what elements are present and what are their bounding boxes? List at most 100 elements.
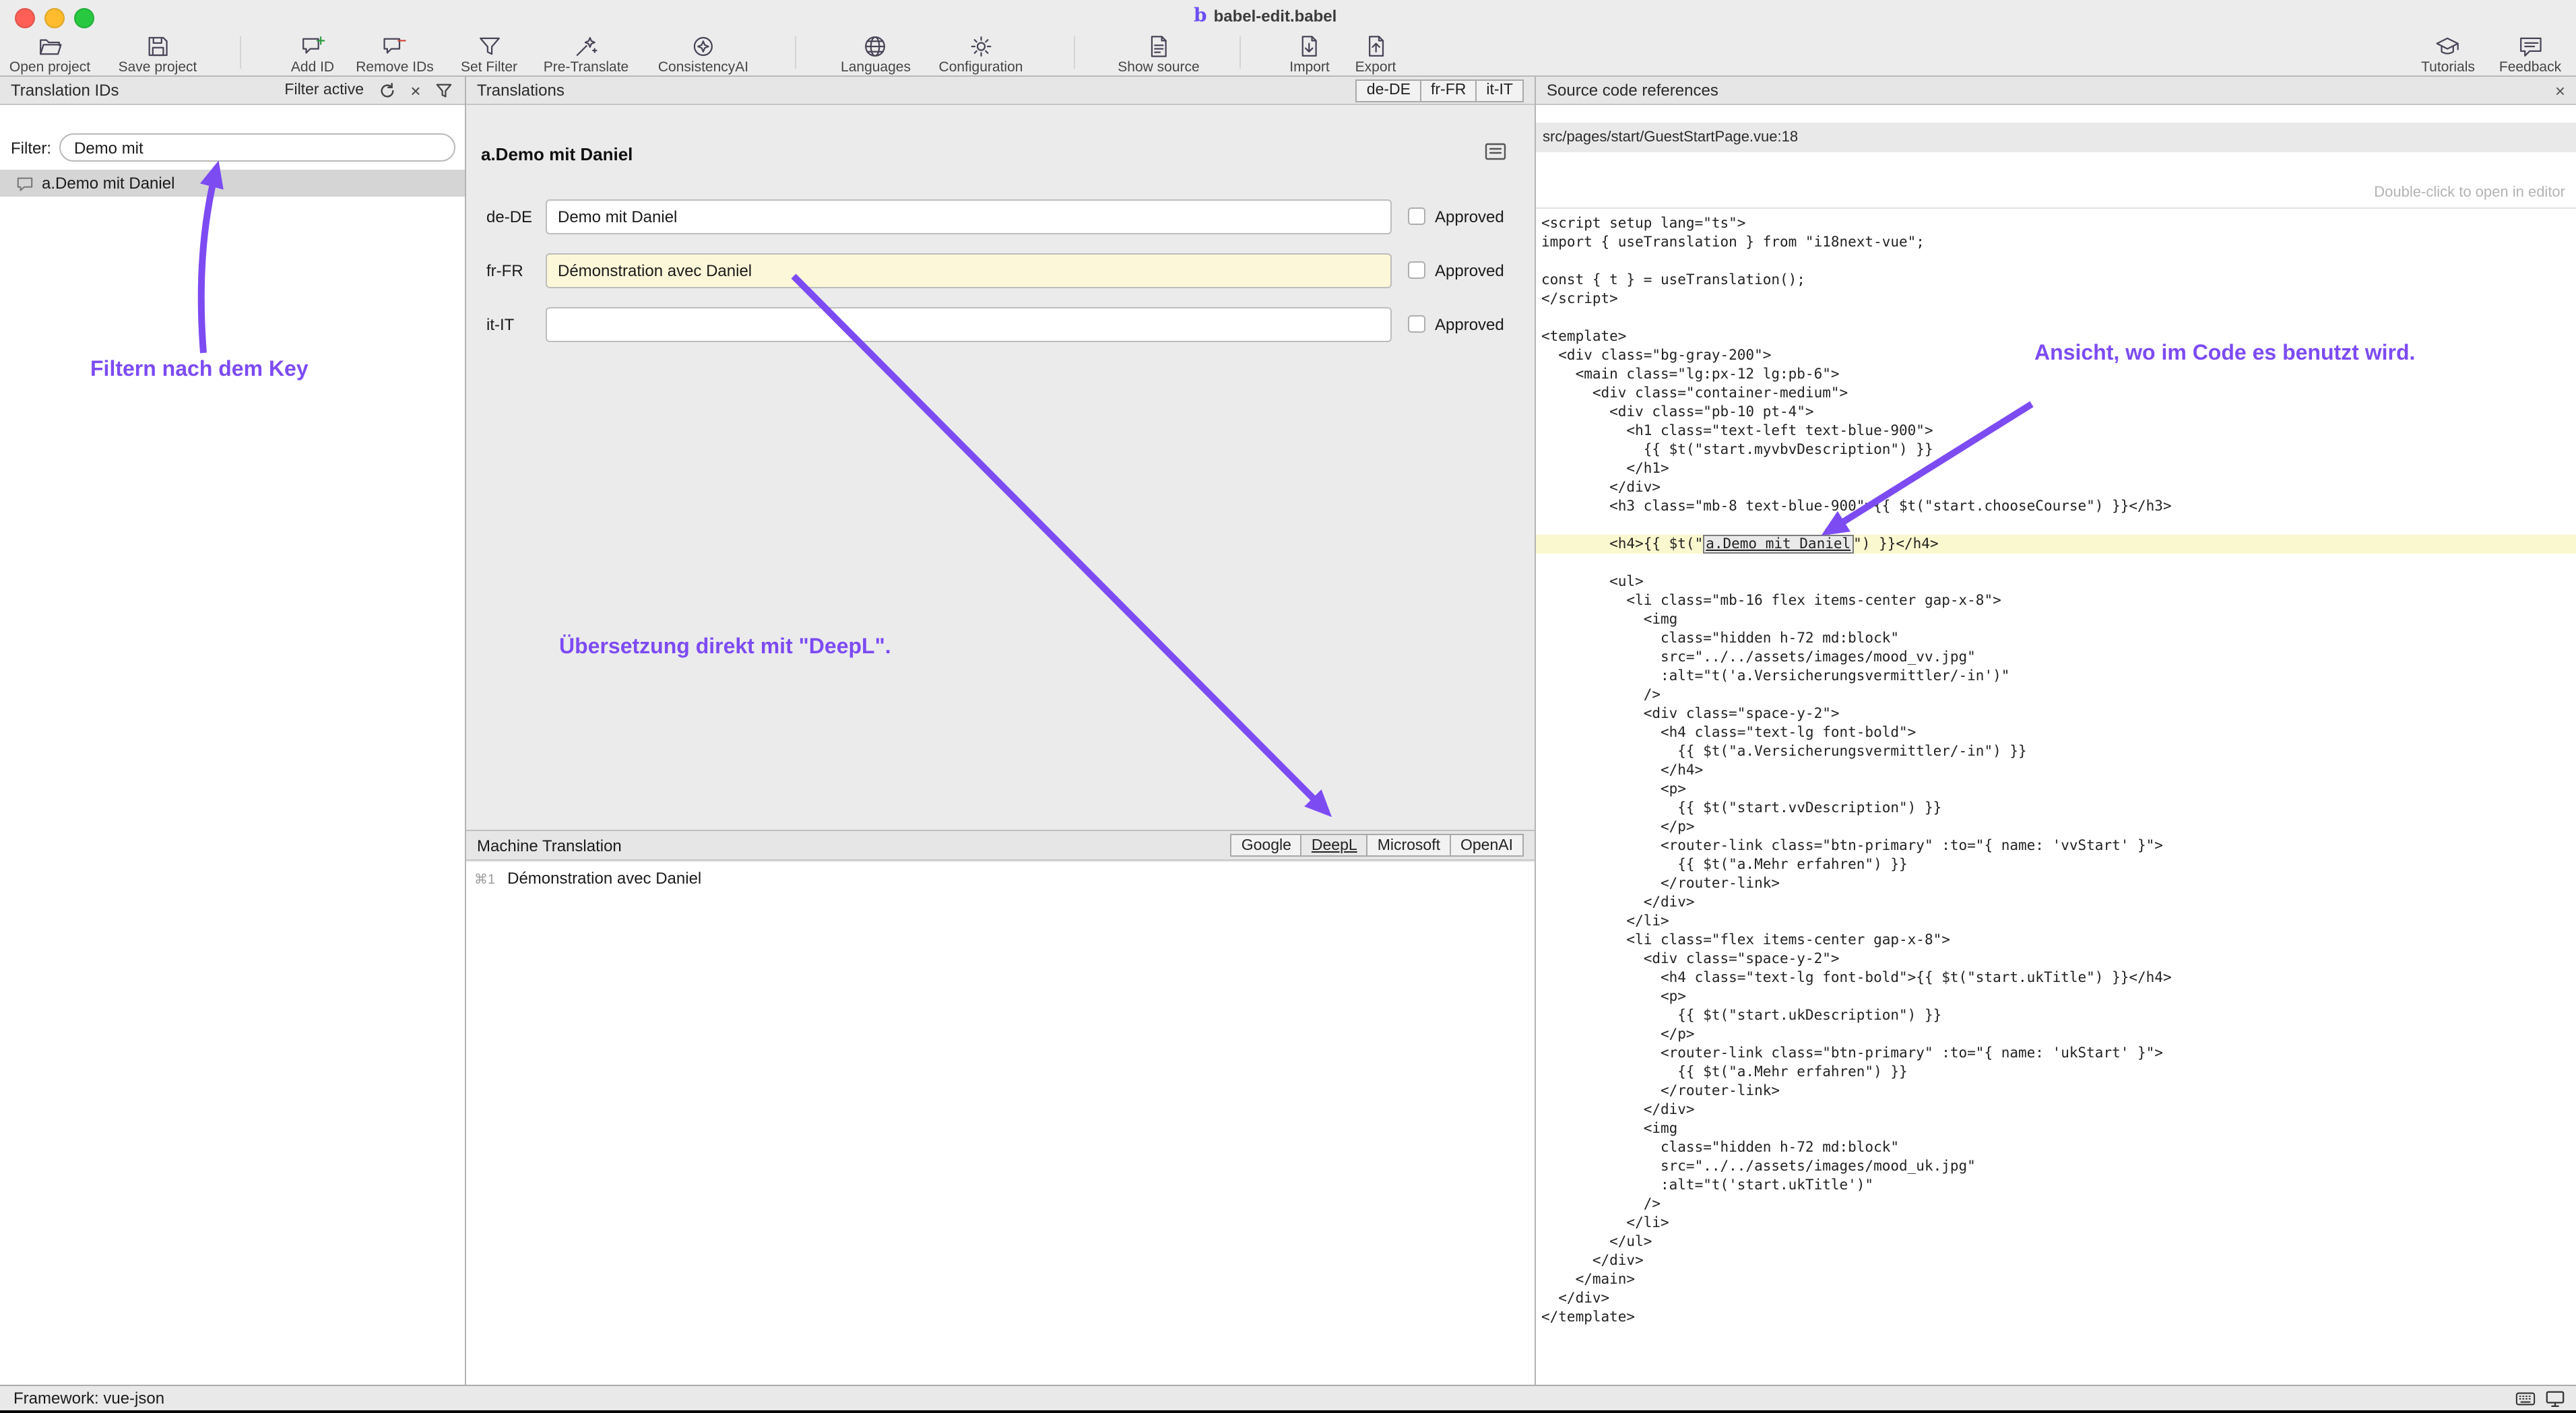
code-line: :alt="t('start.ukTitle')"	[1541, 1176, 2576, 1195]
translations-title: Translations	[477, 81, 565, 100]
title-bar: b babel-edit.babel	[0, 0, 2576, 30]
translation-id-item[interactable]: a.Demo mit Daniel	[0, 170, 465, 197]
filter-label: Filter:	[11, 139, 51, 158]
machine-translation-header: Machine Translation GoogleDeepLMicrosoft…	[466, 830, 1535, 861]
tutorials-icon	[2435, 32, 2461, 59]
close-panel-icon[interactable]: ×	[2555, 81, 2565, 99]
mt-tab-google[interactable]: Google	[1231, 834, 1302, 857]
toolbar-button-import[interactable]: Import	[1289, 32, 1330, 75]
display-icon[interactable]	[2545, 1389, 2565, 1413]
mt-tab-deepl[interactable]: DeepL	[1301, 834, 1368, 857]
machine-translation-result[interactable]: ⌘1 Démonstration avec Daniel	[474, 869, 701, 888]
close-button[interactable]	[15, 8, 35, 28]
translation-row-fr-FR: fr-FRApproved	[466, 253, 1535, 288]
toolbar-button-label: Languages	[841, 59, 911, 75]
translation-ids-header: Translation IDs Filter active ×	[0, 77, 465, 105]
machine-translation-content: ⌘1 Démonstration avec Daniel	[466, 862, 1535, 1385]
export-icon	[1363, 32, 1388, 59]
code-line: <li class="mb-16 flex items-center gap-x…	[1541, 591, 2576, 610]
toolbar-button-label: Remove IDs	[356, 59, 434, 75]
keyboard-icon[interactable]	[2515, 1389, 2536, 1413]
language-tabs: de-DEfr-FRit-IT	[1356, 79, 1524, 102]
source-panel-header: Source code references ×	[1536, 77, 2576, 105]
translation-row-it-IT: it-ITApproved	[466, 307, 1535, 342]
translation-id-list: a.Demo mit Daniel	[0, 170, 465, 197]
code-line: <h3 class="mb-8 text-blue-900">{{ $t("st…	[1541, 497, 2576, 516]
speech-bubble-icon	[16, 174, 34, 192]
source-panel-title: Source code references	[1547, 81, 1718, 100]
toolbar-button-label: ConsistencyAI	[658, 59, 748, 75]
code-line: <div class="space-y-2">	[1541, 950, 2576, 968]
toolbar-button-set-filter[interactable]: Set Filter	[461, 32, 517, 75]
toolbar-button-export[interactable]: Export	[1355, 32, 1396, 75]
approved-checkbox[interactable]	[1408, 207, 1425, 225]
translation-input-fr-FR[interactable]	[546, 253, 1392, 288]
annotation-source-note: Ansicht, wo im Code es benutzt wird.	[2034, 342, 2415, 366]
code-line: </div>	[1541, 1251, 2576, 1270]
code-line	[1541, 554, 2576, 572]
language-tab-de-de[interactable]: de-DE	[1356, 79, 1421, 102]
highlighted-translation-key[interactable]: a.Demo mit Daniel	[1703, 535, 1853, 554]
clear-filter-icon[interactable]: ×	[406, 80, 426, 100]
toolbar-divider	[240, 36, 241, 69]
translation-ids-panel: Translation IDs Filter active × Filter: …	[0, 77, 466, 1385]
code-line: </li>	[1541, 1214, 2576, 1233]
code-line: </script>	[1541, 290, 2576, 308]
translation-input-de-DE[interactable]	[546, 199, 1392, 234]
toolbar-button-open-project[interactable]: Open project	[9, 32, 90, 75]
translation-input-it-IT[interactable]	[546, 307, 1392, 342]
toolbar-button-add-id[interactable]: Add ID	[291, 32, 334, 75]
mt-tab-microsoft[interactable]: Microsoft	[1367, 834, 1451, 857]
toolbar-button-save-project[interactable]: Save project	[119, 32, 197, 75]
comment-icon[interactable]	[1483, 140, 1508, 164]
code-line: {{ $t("start.vvDescription") }}	[1541, 799, 2576, 818]
toolbar-button-label: Save project	[119, 59, 197, 75]
toolbar-button-remove-ids[interactable]: Remove IDs	[356, 32, 434, 75]
code-line: import { useTranslation } from "i18next-…	[1541, 233, 2576, 252]
code-line: </div>	[1541, 1289, 2576, 1308]
code-line: </template>	[1541, 1308, 2576, 1327]
show-source-icon	[1146, 32, 1171, 59]
toolbar-button-tutorials[interactable]: Tutorials	[2421, 32, 2475, 75]
framework-label: Framework: vue-json	[13, 1389, 164, 1408]
approved-checkbox[interactable]	[1408, 315, 1425, 333]
source-reference-path[interactable]: src/pages/start/GuestStartPage.vue:18	[1536, 123, 2576, 152]
toolbar-button-languages[interactable]: Languages	[841, 32, 911, 75]
mt-tab-openai[interactable]: OpenAI	[1450, 834, 1524, 857]
refresh-filter-icon[interactable]	[377, 80, 397, 100]
code-line: <h4 class="text-lg font-bold">{{ $t("sta…	[1541, 968, 2576, 987]
filter-input[interactable]	[59, 133, 455, 162]
filter-icon[interactable]	[434, 80, 454, 100]
code-line: <img	[1541, 610, 2576, 629]
toolbar-button-consistencyai[interactable]: ConsistencyAI	[658, 32, 748, 75]
feedback-icon	[2517, 32, 2543, 59]
toolbar-button-configuration[interactable]: Configuration	[939, 32, 1023, 75]
open-project-icon	[37, 32, 63, 59]
language-tab-fr-fr[interactable]: fr-FR	[1420, 79, 1477, 102]
code-line: <router-link class="btn-primary" :to="{ …	[1541, 1044, 2576, 1063]
window-title: babel-edit.babel	[1214, 6, 1337, 25]
zoom-button[interactable]	[74, 8, 94, 28]
annotation-deepl-note: Übersetzung direkt mit "DeepL".	[559, 636, 891, 660]
minimize-button[interactable]	[44, 8, 65, 28]
toolbar-button-label: Show source	[1118, 59, 1199, 75]
language-tab-it-it[interactable]: it-IT	[1475, 79, 1524, 102]
toolbar-button-label: Open project	[9, 59, 90, 75]
toolbar-button-label: Tutorials	[2421, 59, 2475, 75]
remove-ids-icon	[382, 32, 408, 59]
code-line: </li>	[1541, 912, 2576, 931]
code-line: </h4>	[1541, 761, 2576, 780]
machine-translation-title: Machine Translation	[477, 836, 622, 855]
code-line: {{ $t("a.Versicherungsvermittler/-in") }…	[1541, 742, 2576, 761]
consistency-ai-icon	[690, 32, 716, 59]
app-icon: b	[1194, 6, 1207, 25]
toolbar-button-show-source[interactable]: Show source	[1118, 32, 1199, 75]
code-line: {{ $t("a.Mehr erfahren") }}	[1541, 855, 2576, 874]
toolbar-divider	[795, 36, 796, 69]
code-line: <div class="space-y-2">	[1541, 704, 2576, 723]
toolbar-button-feedback[interactable]: Feedback	[2499, 32, 2561, 75]
approved-checkbox[interactable]	[1408, 261, 1425, 279]
toolbar-button-label: Feedback	[2499, 59, 2561, 75]
code-line: {{ $t("a.Mehr erfahren") }}	[1541, 1063, 2576, 1082]
toolbar-button-pre-translate[interactable]: Pre-Translate	[544, 32, 629, 75]
